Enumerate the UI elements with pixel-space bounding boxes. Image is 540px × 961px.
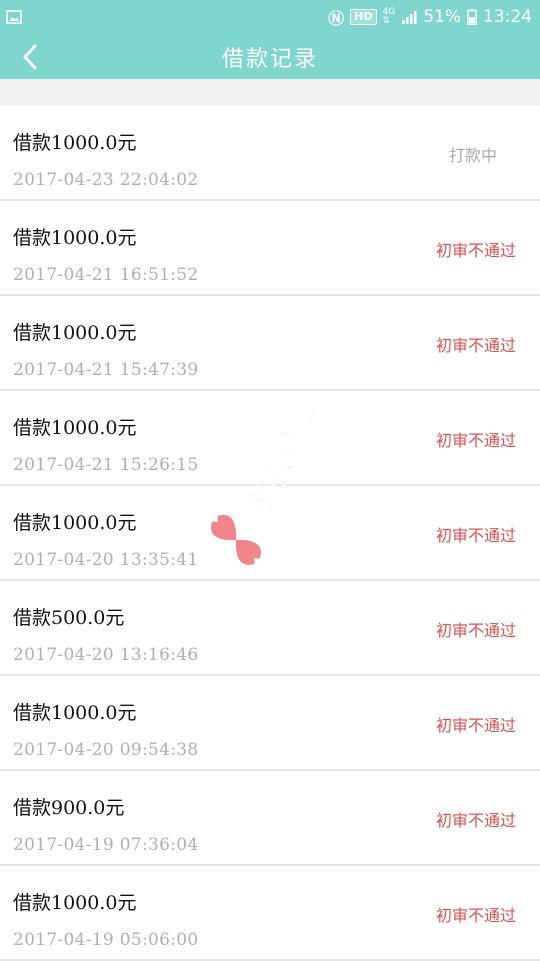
loan-status: 初审不通过	[435, 716, 516, 735]
loan-status: 初审不通过	[435, 336, 516, 355]
network-arrows-icon: ⇅	[382, 16, 391, 26]
loan-amount: 借款1000.0元	[13, 892, 137, 914]
status-bar-left	[6, 10, 22, 24]
loan-status: 打款中	[448, 146, 497, 165]
loan-record-row[interactable]: 借款1000.0元 2017-04-21 15:47:39 初审不通过	[0, 296, 540, 391]
loan-date: 2017-04-21 16:51:52	[13, 265, 199, 285]
loan-status: 初审不通过	[435, 906, 516, 925]
clock: 13:24	[483, 7, 532, 27]
loan-record-row[interactable]: 借款1000.0元 2017-04-20 13:35:41 初审不通过	[0, 486, 540, 581]
network-type: 4G ⇅	[383, 8, 396, 26]
loan-date: 2017-04-20 13:16:46	[13, 645, 199, 665]
loan-amount: 借款900.0元	[13, 797, 125, 819]
loan-status: 初审不通过	[435, 621, 516, 640]
loan-record-row[interactable]: 借款900.0元 2017-04-19 07:36:04 初审不通过	[0, 771, 540, 866]
loan-amount: 借款1000.0元	[13, 227, 137, 249]
gallery-notification-icon	[6, 10, 22, 24]
loan-status: 初审不通过	[435, 811, 516, 830]
list-top-spacer	[0, 79, 540, 106]
loan-record-list: 借款1000.0元 2017-04-23 22:04:02 打款中 借款1000…	[0, 106, 540, 961]
loan-record-row[interactable]: 借款500.0元 2017-04-20 13:16:46 初审不通过	[0, 581, 540, 676]
loan-record-row[interactable]: 借款1000.0元 2017-04-20 09:54:38 初审不通过	[0, 676, 540, 771]
loan-amount: 借款1000.0元	[13, 322, 137, 344]
status-bar: Ⓝ HD 4G ⇅ 51% 13:24	[0, 0, 540, 34]
loan-amount: 借款1000.0元	[13, 417, 137, 439]
loan-record-row[interactable]: 借款1000.0元 2017-04-21 15:26:15 初审不通过	[0, 391, 540, 486]
loan-date: 2017-04-21 15:47:39	[13, 360, 199, 380]
loan-status: 初审不通过	[435, 431, 516, 450]
loan-status: 初审不通过	[435, 526, 516, 545]
status-bar-right: Ⓝ HD 4G ⇅ 51% 13:24	[328, 5, 532, 29]
loan-status: 初审不通过	[435, 241, 516, 260]
loan-record-row[interactable]: 借款1000.0元 2017-04-23 22:04:02 打款中	[0, 106, 540, 201]
signal-icon	[402, 11, 417, 24]
loan-amount: 借款1000.0元	[13, 702, 137, 724]
loan-date: 2017-04-21 15:26:15	[13, 455, 199, 475]
page-title: 借款记录	[221, 46, 318, 72]
nav-bar: 借款记录	[0, 34, 540, 79]
back-button[interactable]	[10, 34, 50, 79]
loan-amount: 借款500.0元	[13, 607, 125, 629]
loan-record-row[interactable]: 借款1000.0元 2017-04-19 05:06:00 初审不通过	[0, 866, 540, 961]
battery-icon	[467, 9, 477, 25]
battery-percent: 51%	[423, 7, 461, 27]
loan-date: 2017-04-19 07:36:04	[13, 835, 199, 855]
loan-date: 2017-04-23 22:04:02	[13, 170, 199, 190]
loan-amount: 借款1000.0元	[13, 512, 137, 534]
chevron-left-icon	[23, 44, 37, 69]
loan-date: 2017-04-20 13:35:41	[13, 550, 199, 570]
loan-amount: 借款1000.0元	[13, 132, 137, 154]
loan-record-row[interactable]: 借款1000.0元 2017-04-21 16:51:52 初审不通过	[0, 201, 540, 296]
loan-date: 2017-04-20 09:54:38	[13, 740, 199, 760]
nfc-icon: Ⓝ	[328, 9, 345, 28]
loan-date: 2017-04-19 05:06:00	[13, 930, 199, 950]
hd-badge: HD	[350, 9, 377, 25]
